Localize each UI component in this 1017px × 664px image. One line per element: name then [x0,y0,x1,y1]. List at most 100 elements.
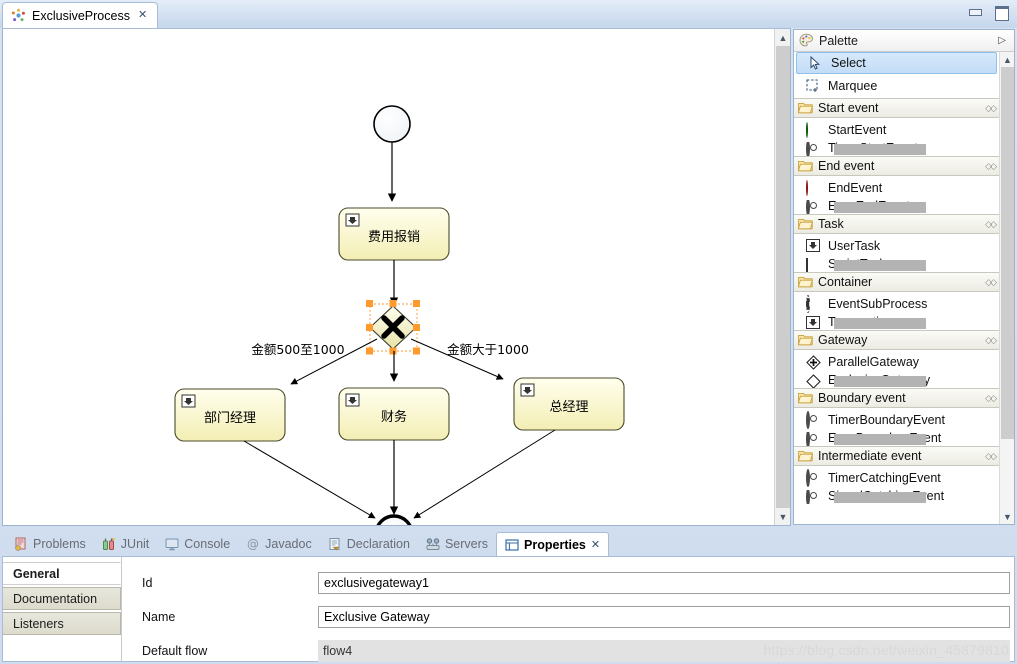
tab-properties-close-icon[interactable]: ✕ [591,538,600,551]
palette-item-parallelgateway-label: ParallelGateway [828,355,920,369]
palette-item-scripttask[interactable]: ScriptTask [794,258,999,272]
palette-item-parallelgateway[interactable]: ParallelGateway [794,350,999,374]
user-task-icon [806,238,821,254]
field-row-id: Id exclusivegateway1 [122,566,1014,600]
palette-tool-marquee[interactable]: Marquee [794,74,999,98]
palette-item-eventsubprocess[interactable]: EventSubProcess [794,292,999,316]
palette-item-timerboundaryevent[interactable]: TimerBoundaryEvent [794,408,999,432]
process-diagram-editor[interactable]: 费用报销 金额500至1000 金额大于1000 部门经理 财务 总经理 ▲ ▼ [2,28,791,526]
red-circle-icon [806,179,821,196]
palette-tool-marquee-label: Marquee [828,79,878,93]
palette-group-task[interactable]: Task ◇◇ [794,214,999,234]
tab-junit[interactable]: JUnit [94,532,157,556]
palette-group-end-event[interactable]: End event ◇◇ [794,156,999,176]
palette-group-gateway-label: Gateway [818,333,868,347]
palette-group-intermediate-event-label: Intermediate event [818,449,922,463]
palette-item-usertask[interactable]: UserTask [794,234,999,258]
scroll-down-icon[interactable]: ▼ [775,508,790,525]
marquee-icon [806,79,821,94]
tab-declaration-label: Declaration [346,537,410,551]
palette-group-container-label: Container [818,275,873,289]
task-label-usertask3: 财务 [381,409,407,425]
task-node-usertask1: 费用报销 [338,207,450,261]
tab-problems[interactable]: Problems [6,532,94,556]
pin-icon[interactable]: ◇◇ [985,451,997,462]
tab-console-label: Console [184,537,231,551]
scroll-thumb[interactable] [776,46,790,508]
folder-icon [797,101,814,116]
tab-properties[interactable]: Properties ✕ [496,532,610,556]
palette-group-container[interactable]: Container ◇◇ [794,272,999,292]
pin-icon[interactable]: ◇◇ [985,393,997,404]
pin-icon[interactable]: ◇◇ [985,161,997,172]
palette-group-boundary-event[interactable]: Boundary event ◇◇ [794,388,999,408]
diagram-canvas[interactable]: 费用报销 金额500至1000 金额大于1000 部门经理 财务 总经理 [3,29,775,525]
tab-console[interactable]: Console [157,532,238,556]
palette-item-timercatchingevent[interactable]: TimerCatchingEvent [794,466,999,490]
properties-tab-general[interactable]: General [3,562,121,585]
name-field[interactable]: Exclusive Gateway [318,606,1010,628]
pin-icon[interactable]: ◇◇ [985,277,997,288]
editor-tab-exclusiveprocess[interactable]: ExclusiveProcess ✕ [2,2,159,28]
pin-icon[interactable]: ◇◇ [985,335,997,346]
palette-item-errorboundaryevent[interactable]: ErrorBoundaryEvent [794,432,999,446]
palette-item-exclusivegateway[interactable]: ExclusiveGateway [794,374,999,388]
task-label-usertask2: 部门经理 [204,411,256,426]
palette-tool-select[interactable]: Select [796,52,997,74]
properties-tab-listeners-label: Listeners [13,616,64,631]
tab-servers[interactable]: Servers [418,532,496,556]
palette-group-end-event-label: End event [818,159,875,173]
error-boundary-icon [806,432,821,446]
palette-group-start-event-label: Start event [818,101,879,115]
palette-group-intermediate-event[interactable]: Intermediate event ◇◇ [794,446,999,466]
timer-icon [806,142,821,156]
task-node-usertask4: 总经理 [513,377,625,431]
editor-tab-close-icon[interactable]: ✕ [138,10,147,21]
palette-group-gateway[interactable]: Gateway ◇◇ [794,330,999,350]
minimize-button[interactable] [967,4,983,20]
occlusion-mask [834,260,926,271]
servers-icon [426,537,440,551]
eclipse-workbench-window: ExclusiveProcess ✕ 费用报销 金额500至1000 金额大于1… [0,0,1017,664]
palette-item-startevent[interactable]: StartEvent [794,118,999,142]
end-event-node [376,514,412,525]
tab-declaration[interactable]: Declaration [320,532,418,556]
properties-tab-documentation[interactable]: Documentation [3,587,121,610]
palette-scroll-thumb[interactable] [1001,67,1014,439]
palette-expand-icon[interactable]: ▷ [998,35,1006,46]
pin-icon[interactable]: ◇◇ [985,103,997,114]
bpmn-diagram: 费用报销 金额500至1000 金额大于1000 部门经理 财务 总经理 [174,105,625,525]
palette-item-endevent[interactable]: EndEvent [794,176,999,200]
pin-icon[interactable]: ◇◇ [985,219,997,230]
field-row-default-flow: Default flow flow4 [122,634,1014,664]
scroll-up-icon[interactable]: ▲ [775,29,790,46]
task-node-usertask2: 部门经理 [174,388,286,442]
dashed-circle-icon [806,294,821,313]
field-label-name: Name [142,610,176,624]
palette-item-timerboundaryevent-label: TimerBoundaryEvent [828,413,945,427]
editor-vertical-scrollbar[interactable]: ▲ ▼ [774,29,790,525]
tab-problems-label: Problems [33,537,86,551]
palette-item-signalcatchingevent[interactable]: SignalCatchingEvent [794,490,999,504]
maximize-button[interactable] [993,4,1009,21]
task-label-usertask1: 费用报销 [368,230,420,245]
palette-item-transaction[interactable]: Transaction [794,316,999,330]
palette-vertical-scrollbar[interactable]: ▲ ▼ [999,52,1014,524]
palette-scroll-down-icon[interactable]: ▼ [1000,509,1014,524]
properties-tab-listeners[interactable]: Listeners [3,612,121,635]
parallel-gateway-icon [806,354,821,370]
folder-icon [797,159,814,174]
timer-catching-icon [806,468,821,487]
palette-panel: Palette ▷ Select Marquee Start event ◇◇ … [793,29,1015,525]
palette-header: Palette ▷ [794,30,1014,52]
palette-item-usertask-label: UserTask [828,239,881,253]
declaration-icon [328,537,342,551]
palette-item-errorendevent[interactable]: ErrorEndEvent [794,200,999,214]
id-field[interactable]: exclusivegateway1 [318,572,1010,594]
tab-junit-label: JUnit [120,537,150,551]
palette-item-timerstartevent[interactable]: TimerStartEvent [794,142,999,156]
activiti-diagram-icon [11,8,26,23]
tab-javadoc[interactable]: @ Javadoc [238,532,320,556]
palette-scroll-up-icon[interactable]: ▲ [1000,52,1014,67]
palette-group-start-event[interactable]: Start event ◇◇ [794,98,999,118]
